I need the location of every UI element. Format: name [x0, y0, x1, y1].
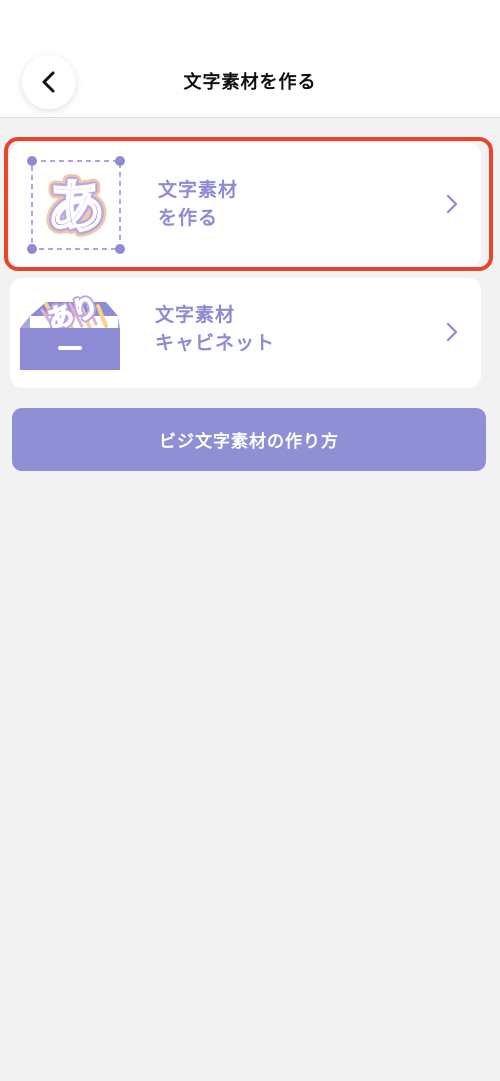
text-material-cabinet-card[interactable]: あり あり 文字素材 キャビネット — [10, 278, 481, 388]
create-card-label-line1: 文字素材 — [158, 179, 239, 201]
cabinet-card-label-line2: キャビネット — [155, 332, 276, 354]
text-material-create-icon: あ あ あ — [27, 156, 125, 254]
cabinet-card-label-line1: 文字素材 — [155, 304, 236, 326]
cabinet-box-icon: あり あり — [20, 289, 120, 370]
top-bar: 文字素材を作る — [0, 0, 500, 118]
create-card-label: 文字素材 を作る — [158, 176, 238, 232]
how-to-make-button[interactable]: ビジ文字素材の作り方 — [12, 408, 486, 471]
create-text-material-card[interactable]: あ あ あ 文字素材 を作る — [10, 143, 481, 267]
page-title: 文字素材を作る — [183, 72, 317, 93]
cabinet-card-label: 文字素材 キャビネット — [155, 301, 275, 357]
create-card-label-line2: を作る — [158, 207, 219, 229]
svg-text:あ: あ — [47, 173, 105, 241]
how-to-make-label: ビジ文字素材の作り方 — [159, 432, 339, 452]
chevron-right-icon — [446, 322, 458, 342]
chevron-right-icon — [446, 194, 458, 214]
